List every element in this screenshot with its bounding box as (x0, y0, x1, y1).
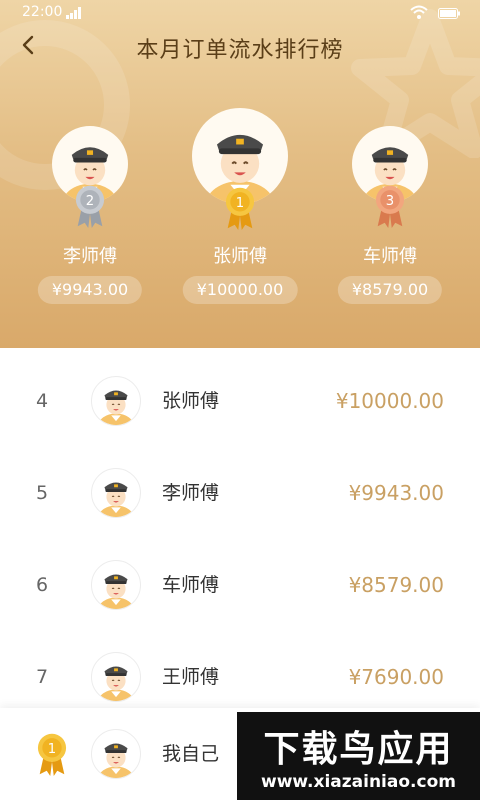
avatar (91, 468, 141, 518)
driver-avatar-icon (97, 390, 135, 425)
list-item[interactable]: 7 王师傅 ¥7690.00 (0, 624, 480, 716)
driver-name: 李师傅 (162, 482, 220, 504)
silver-medal-icon: 2 (75, 185, 105, 228)
driver-avatar-icon (97, 743, 135, 778)
gold-medal-icon: 1 (37, 733, 67, 776)
order-amount: ¥10000.00 (335, 389, 444, 413)
svg-text:1: 1 (236, 196, 244, 211)
watermark: 下载鸟应用 www.xiazainiao.com (237, 712, 480, 800)
podium-first-place[interactable]: 1 张师傅 ¥10000.00 (170, 0, 310, 348)
bronze-medal-icon: 3 (375, 185, 405, 228)
rank-number: 6 (35, 574, 49, 596)
svg-text:2: 2 (86, 194, 94, 209)
podium-third-place[interactable]: 3 车师傅 ¥8579.00 (320, 0, 460, 348)
order-amount: ¥8579.00 (348, 573, 444, 597)
ranking-list: 4 张师傅 ¥10000.00 5 李师傅 ¥9943.00 6 车师傅 ¥85… (0, 348, 480, 716)
driver-avatar-icon (97, 666, 135, 701)
podium-amount: ¥10000.00 (182, 276, 298, 304)
rank-number: 4 (35, 390, 49, 412)
podium-name: 张师傅 (213, 246, 267, 267)
avatar (91, 376, 141, 426)
avatar (91, 652, 141, 702)
ranking-header: 22:00 本月订单流水排行榜 2 李师傅 ¥9943.00 1 张师傅 ¥10… (0, 0, 480, 348)
my-rank-number: 1 (48, 742, 56, 757)
podium-amount: ¥9943.00 (37, 276, 143, 304)
gold-medal-icon: 1 (225, 187, 255, 230)
list-item[interactable]: 6 车师傅 ¥8579.00 (0, 532, 480, 624)
driver-avatar-icon (97, 482, 135, 517)
list-item[interactable]: 5 李师傅 ¥9943.00 (0, 440, 480, 532)
driver-name: 张师傅 (162, 390, 220, 412)
my-name: 我自己 (162, 743, 220, 765)
podium-name: 李师傅 (63, 246, 117, 267)
watermark-url: www.xiazainiao.com (261, 772, 456, 792)
driver-avatar-icon (97, 574, 135, 609)
driver-name: 车师傅 (162, 574, 220, 596)
svg-text:3: 3 (386, 194, 394, 209)
top-three-podium: 2 李师傅 ¥9943.00 1 张师傅 ¥10000.00 3 车师傅 ¥85… (0, 0, 480, 348)
order-amount: ¥9943.00 (348, 481, 444, 505)
watermark-title: 下载鸟应用 (263, 729, 454, 770)
avatar (91, 560, 141, 610)
podium-amount: ¥8579.00 (337, 276, 443, 304)
podium-second-place[interactable]: 2 李师傅 ¥9943.00 (20, 0, 160, 348)
list-item[interactable]: 4 张师傅 ¥10000.00 (0, 348, 480, 440)
podium-name: 车师傅 (363, 246, 417, 267)
rank-number: 5 (35, 482, 49, 504)
avatar (91, 729, 141, 779)
